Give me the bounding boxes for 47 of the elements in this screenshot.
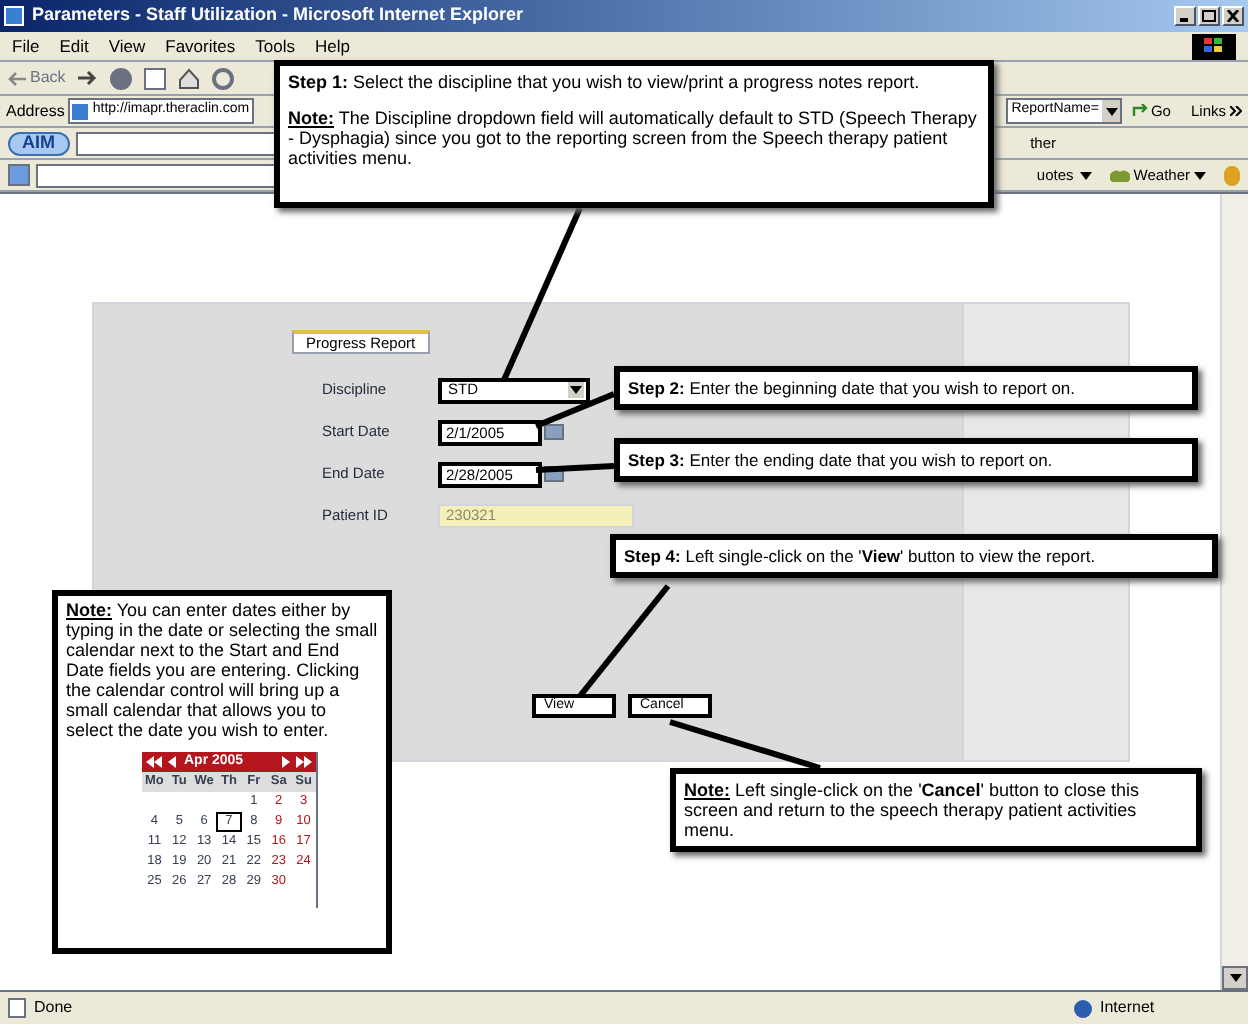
- callout-text: Step 1: Select the discipline that you wish to view/print a progress notes report.: [288, 72, 922, 92]
- maximize-icon: [1202, 10, 1216, 22]
- callout-text: Step 3: Enter the ending date that you wish to report on.: [628, 450, 1055, 470]
- minimize-button[interactable]: [1174, 6, 1196, 26]
- aim-button[interactable]: AIM: [8, 131, 69, 155]
- previous-month-icon[interactable]: [168, 756, 176, 768]
- scroll-down-icon: [1229, 974, 1241, 982]
- menu-item[interactable]: Favorites: [165, 36, 236, 56]
- toolbar-search-field[interactable]: [36, 163, 276, 187]
- page-icon: [8, 998, 26, 1018]
- globe-icon: [1074, 999, 1092, 1017]
- callout-text: Note: You can enter dates either by typing in the date or selecting the small calendar next to the Start and End Date fields you are entering. Clicking the calendar control will bring up a small calendar that allows you to select the date you wish to enter.: [66, 600, 378, 740]
- callout-text: Step 2: Enter the beginning date that you wish to report on.: [628, 378, 1078, 398]
- address-label: Address: [6, 99, 65, 123]
- dropdown-arrow-icon: [570, 386, 582, 394]
- windows-logo-icon: [1192, 33, 1236, 59]
- back-arrow-icon: [8, 71, 26, 85]
- next-year-icon[interactable]: [296, 756, 312, 768]
- next-month-icon[interactable]: [282, 756, 290, 768]
- callout-text: Note: Left single-click on the 'Cancel' button to close this screen and return to the speech therapy patient activities menu.: [684, 780, 1142, 840]
- back-button[interactable]: Back: [8, 66, 66, 90]
- scrollbar[interactable]: [1220, 194, 1248, 990]
- status-text: Done: [34, 996, 73, 1020]
- dropdown-arrow-icon: [1105, 107, 1118, 115]
- cloud-icon: [1109, 168, 1130, 182]
- maximize-button[interactable]: [1198, 6, 1220, 26]
- forward-icon[interactable]: [77, 70, 98, 86]
- menu-item[interactable]: File: [12, 36, 40, 56]
- callout-text: Note: The Discipline dropdown field will automatically default to STD (Speech Therapy - Dysphagia) since you got to the reporting screen from the Speech therapy patient activities menu.: [288, 108, 979, 168]
- home-icon[interactable]: [177, 67, 200, 89]
- menu-item[interactable]: Help: [314, 36, 350, 56]
- menu-item[interactable]: Tools: [255, 36, 295, 56]
- close-button[interactable]: [1222, 6, 1244, 26]
- window-title: Parameters - Staff Utilization - Microsoft Internet Explorer: [32, 2, 524, 29]
- aim-search-field[interactable]: [75, 131, 275, 155]
- chevron-icon: [1230, 106, 1242, 116]
- menu-item[interactable]: Edit: [59, 36, 89, 56]
- close-icon: [1226, 10, 1240, 22]
- ie-logo-icon: [4, 6, 24, 26]
- previous-year-icon[interactable]: [146, 756, 162, 768]
- caret-icon: [1194, 171, 1206, 179]
- caret-icon: [1079, 171, 1092, 179]
- zone-text: Internet: [1100, 996, 1157, 1020]
- leader-line: [577, 584, 671, 698]
- menu-item[interactable]: View: [108, 36, 146, 56]
- callout-text: Step 4: Left single-click on the 'View' button to view the report.: [624, 546, 1098, 566]
- go-arrow-icon: [1132, 104, 1149, 118]
